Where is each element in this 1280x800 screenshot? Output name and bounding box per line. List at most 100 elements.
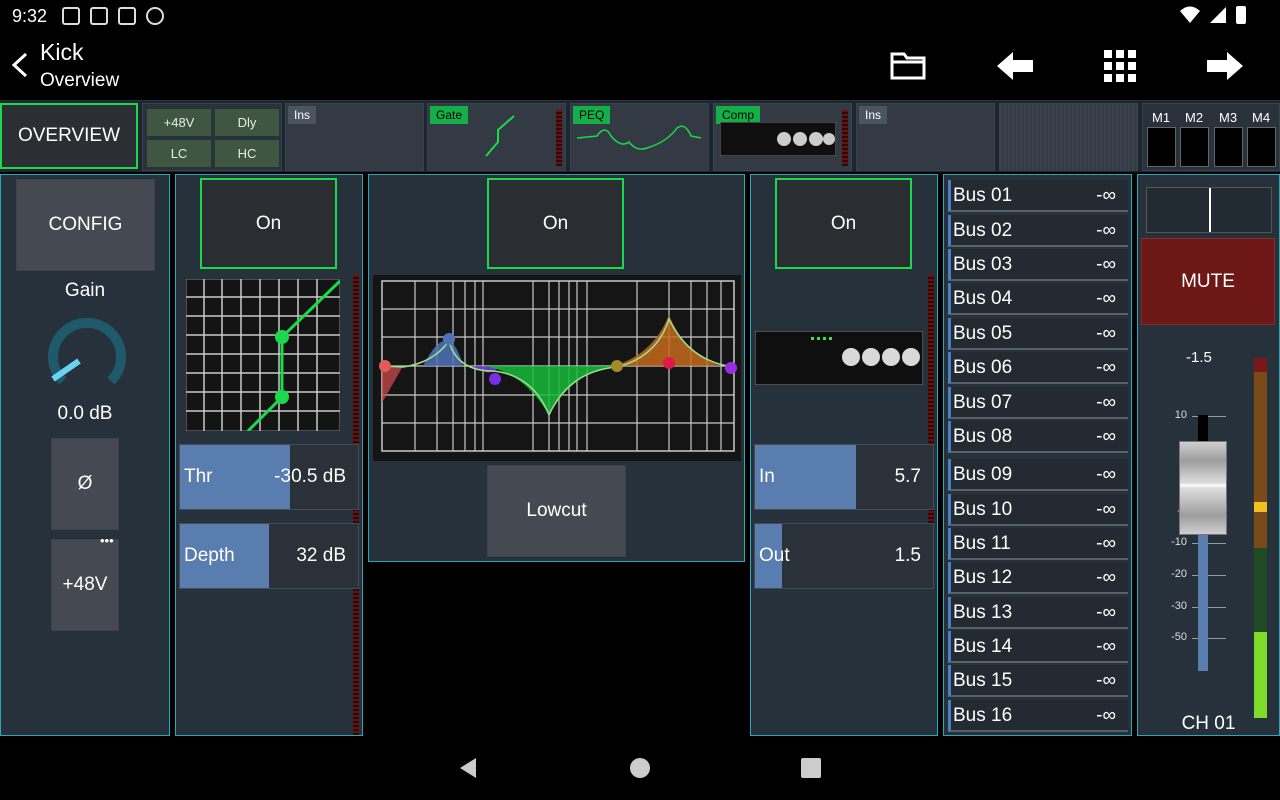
bus-send-row[interactable]: Bus 09 -∞: [948, 459, 1128, 491]
bus-name: Bus 16: [953, 705, 1013, 726]
matrix-send-1: [1147, 127, 1176, 167]
bus-send-row[interactable]: Bus 13 -∞: [948, 597, 1128, 629]
comp-input-control[interactable]: In 5.7: [754, 444, 934, 510]
eq-graph[interactable]: [373, 275, 741, 461]
signal-icon: [1210, 7, 1226, 23]
bus-level: -∞: [1096, 636, 1116, 657]
arrow-right-icon[interactable]: [1203, 46, 1247, 86]
compressor-device[interactable]: [755, 331, 923, 385]
nav-back-icon[interactable]: [456, 756, 480, 780]
phantom-power-button[interactable]: +48V: [51, 539, 119, 631]
peq-curve-icon: [577, 125, 701, 150]
folder-icon[interactable]: [886, 46, 930, 86]
status-time: 9:32: [12, 6, 48, 26]
bus-name: Bus 04: [953, 288, 1013, 309]
pan-indicator: [1209, 188, 1211, 232]
nav-home-icon[interactable]: [628, 756, 652, 780]
back-icon[interactable]: [6, 50, 34, 80]
config-button[interactable]: CONFIG: [16, 179, 155, 271]
bus-level: -∞: [1096, 185, 1116, 206]
gate-tile[interactable]: Gate: [427, 103, 566, 171]
bus-level: -∞: [1096, 567, 1116, 588]
sends-tile[interactable]: [999, 103, 1138, 171]
threshold-control[interactable]: Thr -30.5 dB: [179, 444, 359, 510]
bus-level: -∞: [1096, 464, 1116, 485]
bus-send-row[interactable]: Bus 02 -∞: [948, 215, 1128, 247]
matrix-label-2: M2: [1185, 110, 1204, 125]
bus-name: Bus 13: [953, 602, 1013, 623]
comp-output-value: 1.5: [894, 545, 921, 566]
gate-panel: On Thr -30.5 dB Depth 32 dB: [175, 174, 363, 736]
gate-tag: Gate: [430, 106, 469, 124]
bus-send-row[interactable]: Bus 07 -∞: [948, 387, 1128, 419]
bus-name: Bus 07: [953, 392, 1013, 413]
bus-send-row[interactable]: Bus 16 -∞: [948, 700, 1128, 732]
input-settings-tile[interactable]: +48V Dly LC HC: [142, 103, 282, 171]
comp-on-button[interactable]: On: [775, 178, 912, 269]
insert-tile-2[interactable]: Ins: [856, 103, 995, 171]
comp-tile[interactable]: Comp: [713, 103, 852, 171]
notification-icons: [62, 7, 164, 25]
input-panel: CONFIG Gain 0.0 dB Ø +48V •••: [0, 174, 170, 736]
level-meter: [1254, 358, 1267, 718]
phase-invert-button[interactable]: Ø: [51, 438, 119, 530]
font-icon: [90, 7, 108, 25]
matrix-label-4: M4: [1252, 110, 1271, 125]
bus-name: Bus 15: [953, 670, 1013, 691]
bus-send-row[interactable]: Bus 01 -∞: [948, 180, 1128, 212]
page-title: Kick: [40, 39, 84, 65]
peq-tile[interactable]: PEQ: [570, 103, 709, 171]
gate-graph[interactable]: [186, 279, 340, 431]
matrix-label-1: M1: [1152, 110, 1171, 125]
status-bar: 9:32: [0, 0, 1280, 32]
gain-label: Gain: [64, 280, 106, 301]
bus-send-row[interactable]: Bus 03 -∞: [948, 249, 1128, 281]
bus-send-row[interactable]: Bus 12 -∞: [948, 562, 1128, 594]
nav-recents-icon[interactable]: [800, 757, 822, 779]
eq-on-button[interactable]: On: [487, 178, 624, 269]
bus-send-row[interactable]: Bus 08 -∞: [948, 421, 1128, 453]
pan-control[interactable]: [1146, 187, 1272, 233]
lowcut-button[interactable]: Lowcut: [487, 465, 626, 557]
fader-knob[interactable]: [1179, 441, 1227, 535]
lowcut-mini-button[interactable]: LC: [147, 140, 211, 167]
depth-value: 32 dB: [296, 545, 346, 566]
bus-send-row[interactable]: Bus 11 -∞: [948, 528, 1128, 560]
overview-tab[interactable]: OVERVIEW: [0, 103, 138, 169]
matrix-send-2: [1180, 127, 1209, 167]
bus-send-row[interactable]: Bus 14 -∞: [948, 631, 1128, 663]
bus-name: Bus 02: [953, 220, 1013, 241]
bus-name: Bus 05: [953, 323, 1013, 344]
gain-knob[interactable]: [41, 311, 133, 403]
bus-level: -∞: [1096, 499, 1116, 520]
gate-on-button[interactable]: On: [200, 178, 337, 269]
bus-name: Bus 10: [953, 499, 1013, 520]
highcut-mini-button[interactable]: HC: [215, 140, 279, 167]
eq-panel: On Lowcut: [368, 174, 745, 562]
bus-send-row[interactable]: Bus 06 -∞: [948, 352, 1128, 384]
comp-input-label: In: [759, 466, 775, 487]
processing-strip: OVERVIEW +48V Dly LC HC Ins Gate PEQ Com…: [0, 100, 1280, 172]
threshold-label: Thr: [184, 466, 213, 487]
depth-control[interactable]: Depth 32 dB: [179, 523, 359, 589]
matrix-label-3: M3: [1219, 110, 1238, 125]
channel-panel: MUTE -1.5 1050-5-10-20-30-50 CH 01: [1137, 174, 1280, 736]
bus-send-row[interactable]: Bus 15 -∞: [948, 665, 1128, 697]
matrix-tile[interactable]: M1 M2 M3 M4: [1142, 103, 1280, 171]
matrix-send-3: [1214, 127, 1243, 167]
fader-value: -1.5: [1186, 349, 1212, 366]
insert-tile-1[interactable]: Ins: [285, 103, 424, 171]
bus-level: -∞: [1096, 288, 1116, 309]
bus-level: -∞: [1096, 705, 1116, 726]
bus-send-row[interactable]: Bus 05 -∞: [948, 318, 1128, 350]
fader-scale-label: -20: [1171, 568, 1187, 580]
more-icon[interactable]: •••: [100, 533, 114, 548]
delay-mini-button[interactable]: Dly: [215, 109, 279, 136]
grid-icon[interactable]: [1098, 46, 1142, 86]
bus-send-row[interactable]: Bus 10 -∞: [948, 494, 1128, 526]
phantom-mini-button[interactable]: +48V: [147, 109, 211, 136]
mute-button[interactable]: MUTE: [1141, 238, 1275, 325]
bus-send-row[interactable]: Bus 04 -∞: [948, 283, 1128, 315]
comp-output-control[interactable]: Out 1.5: [754, 523, 934, 589]
arrow-left-icon[interactable]: [993, 46, 1037, 86]
